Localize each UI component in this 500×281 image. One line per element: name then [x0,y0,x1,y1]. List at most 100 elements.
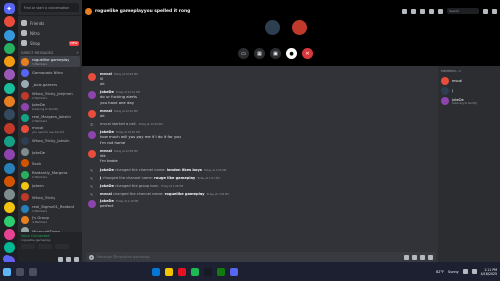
call-participant-avatar[interactable] [292,20,307,35]
dm-item[interactable]: Gamepads Nitro [18,67,82,78]
dm-item[interactable]: real_Stgmz01_Raidant 4 Members [18,203,82,214]
discord-taskbar-icon[interactable] [230,267,238,276]
member-item[interactable]: J [441,86,497,96]
mic-toggle-button[interactable]: ● [286,48,297,59]
spotify-icon[interactable] [191,267,199,276]
volume-icon[interactable] [471,269,477,274]
dm-item[interactable]: JokeDe [18,146,82,157]
server-icon[interactable] [3,189,15,201]
camera-button[interactable] [21,244,35,249]
settings-icon[interactable] [74,256,79,262]
nav-shop[interactable]: Shop NEW [18,38,82,48]
dm-item[interactable]: Whoo_Tricky [18,192,82,203]
search-icon[interactable] [16,267,24,276]
mute-icon[interactable] [58,256,63,262]
server-icon[interactable] [3,175,15,187]
inbox-icon[interactable] [483,8,488,14]
edge-icon[interactable] [152,267,160,276]
message[interactable]: JokeDe Today at 12:31 PM do ur fucking ale… [86,90,438,105]
add-member-icon[interactable] [429,8,434,14]
gift-icon[interactable] [404,254,409,260]
avatar[interactable] [88,200,96,209]
server-icon[interactable] [3,215,15,227]
nav-friends[interactable]: Friends [18,18,82,28]
pin-icon[interactable] [420,8,425,14]
discord-home-icon[interactable]: ✦ [3,3,15,14]
server-icon[interactable] [3,82,15,94]
server-icon[interactable] [3,29,15,41]
dm-item[interactable]: _boiz.gamers [18,79,82,90]
server-icon[interactable] [3,229,15,241]
dm-item[interactable]: J's Group 4 Members [18,214,82,225]
windows-start-icon[interactable] [3,267,11,276]
dm-item[interactable]: Whoo_Tricky_Jimjimm 2 Members [18,90,82,101]
find-conversation-input[interactable]: Find or start a conversation [21,3,79,12]
avatar[interactable] [88,72,96,81]
server-icon[interactable] [3,69,15,81]
server-icon[interactable] [3,162,15,174]
dm-item[interactable]: Whoo_Tricky_Jokslin [18,135,82,146]
avatar[interactable] [88,110,96,119]
emoji-icon[interactable] [428,254,433,260]
nav-nitro[interactable]: Nitro [18,28,82,38]
end-call-button[interactable]: ✕ [302,48,313,59]
server-icon[interactable] [3,56,15,68]
member-item[interactable]: JokeDe Listening to Spotify [441,96,497,106]
server-icon[interactable] [3,242,15,254]
system-actor[interactable]: JokeDe [100,168,114,172]
screen-share-button[interactable]: ▣ [270,48,281,59]
dm-item[interactable]: roguelike gameplay 3 Members [20,56,80,68]
channel-title[interactable]: roguelike gameplayyou spelled it rong [95,9,190,14]
activity-button[interactable] [55,244,69,249]
server-icon[interactable] [3,122,15,134]
avatar[interactable] [88,149,96,158]
message[interactable]: JokeDe Today at 1:10 PM perfect [86,199,438,209]
camera-toggle-button[interactable]: ▭ [238,48,249,59]
server-icon[interactable] [3,202,15,214]
add-dm-icon[interactable]: + [76,51,79,55]
call-participant-avatar[interactable] [265,20,280,35]
gif-icon[interactable] [412,254,417,260]
server-icon[interactable] [3,96,15,108]
task-view-icon[interactable] [29,267,37,276]
sticker-icon[interactable] [420,254,425,260]
steam-icon[interactable] [204,267,212,276]
members-icon[interactable] [438,8,443,14]
message-composer[interactable]: + Message @roguelike gameplay [86,252,436,262]
wifi-icon[interactable] [462,269,468,274]
dm-item[interactable]: real_Margera_Jokslin 2 Members [18,112,82,123]
deafen-icon[interactable] [66,256,71,262]
dm-item[interactable]: Raidantly_Margera 2 Members [18,169,82,180]
member-item[interactable]: mvcal [441,76,497,86]
avatar[interactable] [88,91,96,100]
help-icon[interactable] [492,8,497,14]
dm-item[interactable]: mvcal you need to use discord [18,124,82,135]
screen-share-button[interactable] [38,244,52,249]
app-icon[interactable] [178,267,186,276]
system-actor[interactable]: mvcal [100,192,112,196]
dm-item[interactable]: Jokern [18,180,82,191]
call-icon[interactable] [402,8,407,14]
message[interactable]: mvcal Today at 12:58 PM idk I'm broke [86,149,438,164]
message[interactable]: mvcal Today at 12:42 PM ok [86,109,438,119]
video-icon[interactable] [411,8,416,14]
message[interactable]: JokeDe Today at 12:55 PM how much will you… [86,130,438,145]
server-icon[interactable] [3,135,15,147]
avatar[interactable] [88,131,96,140]
search-input[interactable]: Search [447,8,479,14]
xbox-icon[interactable] [217,267,225,276]
clock[interactable]: 1:11 PM 4/18/2025 [481,268,497,276]
message[interactable]: mvcal Today at 12:26 PM lil ok [86,72,438,87]
weather-label[interactable]: Sunny [448,270,459,274]
server-icon[interactable] [3,42,15,54]
system-actor[interactable]: JokeDe [100,184,114,188]
add-attachment-icon[interactable]: + [89,254,94,260]
activity-button[interactable]: ▦ [254,48,265,59]
file-explorer-icon[interactable] [165,267,173,276]
dm-item[interactable]: JokeDe Listening to Spotify [18,101,82,112]
server-icon[interactable] [3,149,15,161]
dm-item[interactable]: Sonk [18,158,82,169]
server-icon[interactable] [3,16,15,28]
server-icon[interactable] [3,109,15,121]
weather-temp[interactable]: 82°F [436,270,444,274]
